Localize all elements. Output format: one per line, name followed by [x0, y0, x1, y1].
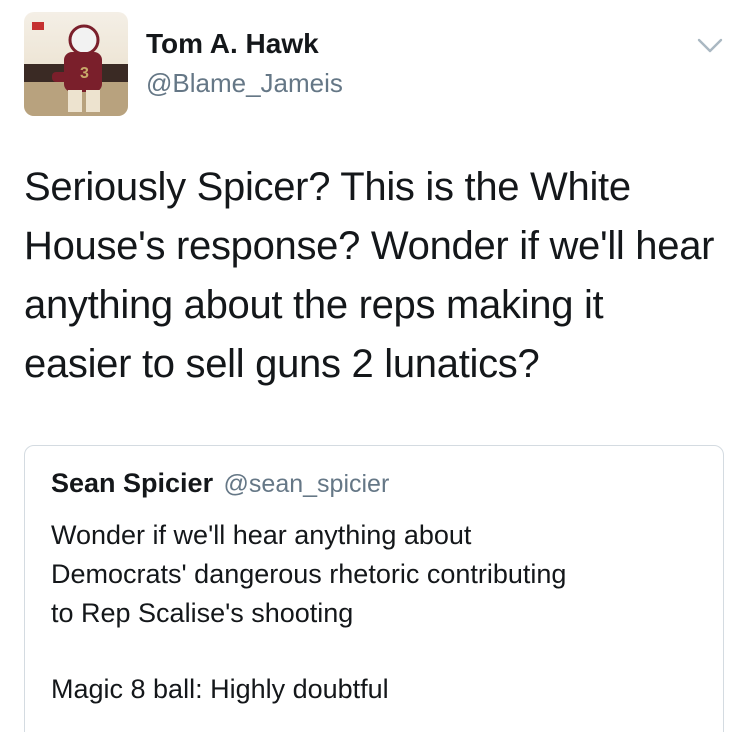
tweet-text-line: Seriously Spicer? This is the White — [24, 165, 631, 209]
tweet-text: Seriously Spicer? This is the White Hous… — [24, 158, 724, 394]
quoted-text-line: Wonder if we'll hear anything about — [51, 520, 472, 550]
quoted-text-footer: Magic 8 ball: Highly doubtful — [51, 674, 389, 704]
author-handle[interactable]: @Blame_Jameis — [146, 68, 343, 99]
chevron-down-icon[interactable] — [696, 34, 724, 56]
tweet-screen: 3 Tom A. Hawk @Blame_Jameis Seriously Sp… — [0, 0, 750, 732]
user-avatar-photo-icon: 3 — [24, 12, 128, 116]
tweet-text-line: House's response? Wonder if we'll hear — [24, 224, 715, 268]
tweet-text-line: anything about the reps making it — [24, 283, 604, 327]
quoted-text-line: to Rep Scalise's shooting — [51, 598, 354, 628]
tweet-header: 3 Tom A. Hawk @Blame_Jameis — [24, 12, 730, 120]
author-name[interactable]: Tom A. Hawk — [146, 28, 319, 60]
quoted-text-line: Democrats' dangerous rhetoric contributi… — [51, 559, 567, 589]
quoted-tweet-card[interactable]: Sean Spicier @sean_spicier Wonder if we'… — [24, 445, 724, 732]
quoted-tweet-header: Sean Spicier @sean_spicier — [51, 468, 389, 499]
avatar[interactable]: 3 — [24, 12, 128, 116]
quoted-author-handle: @sean_spicier — [223, 470, 390, 498]
quoted-tweet-text: Wonder if we'll hear anything about Demo… — [51, 516, 711, 709]
quoted-author-name: Sean Spicier — [51, 468, 214, 498]
svg-text:3: 3 — [80, 65, 89, 82]
tweet-text-line: easier to sell guns 2 lunatics? — [24, 342, 540, 386]
